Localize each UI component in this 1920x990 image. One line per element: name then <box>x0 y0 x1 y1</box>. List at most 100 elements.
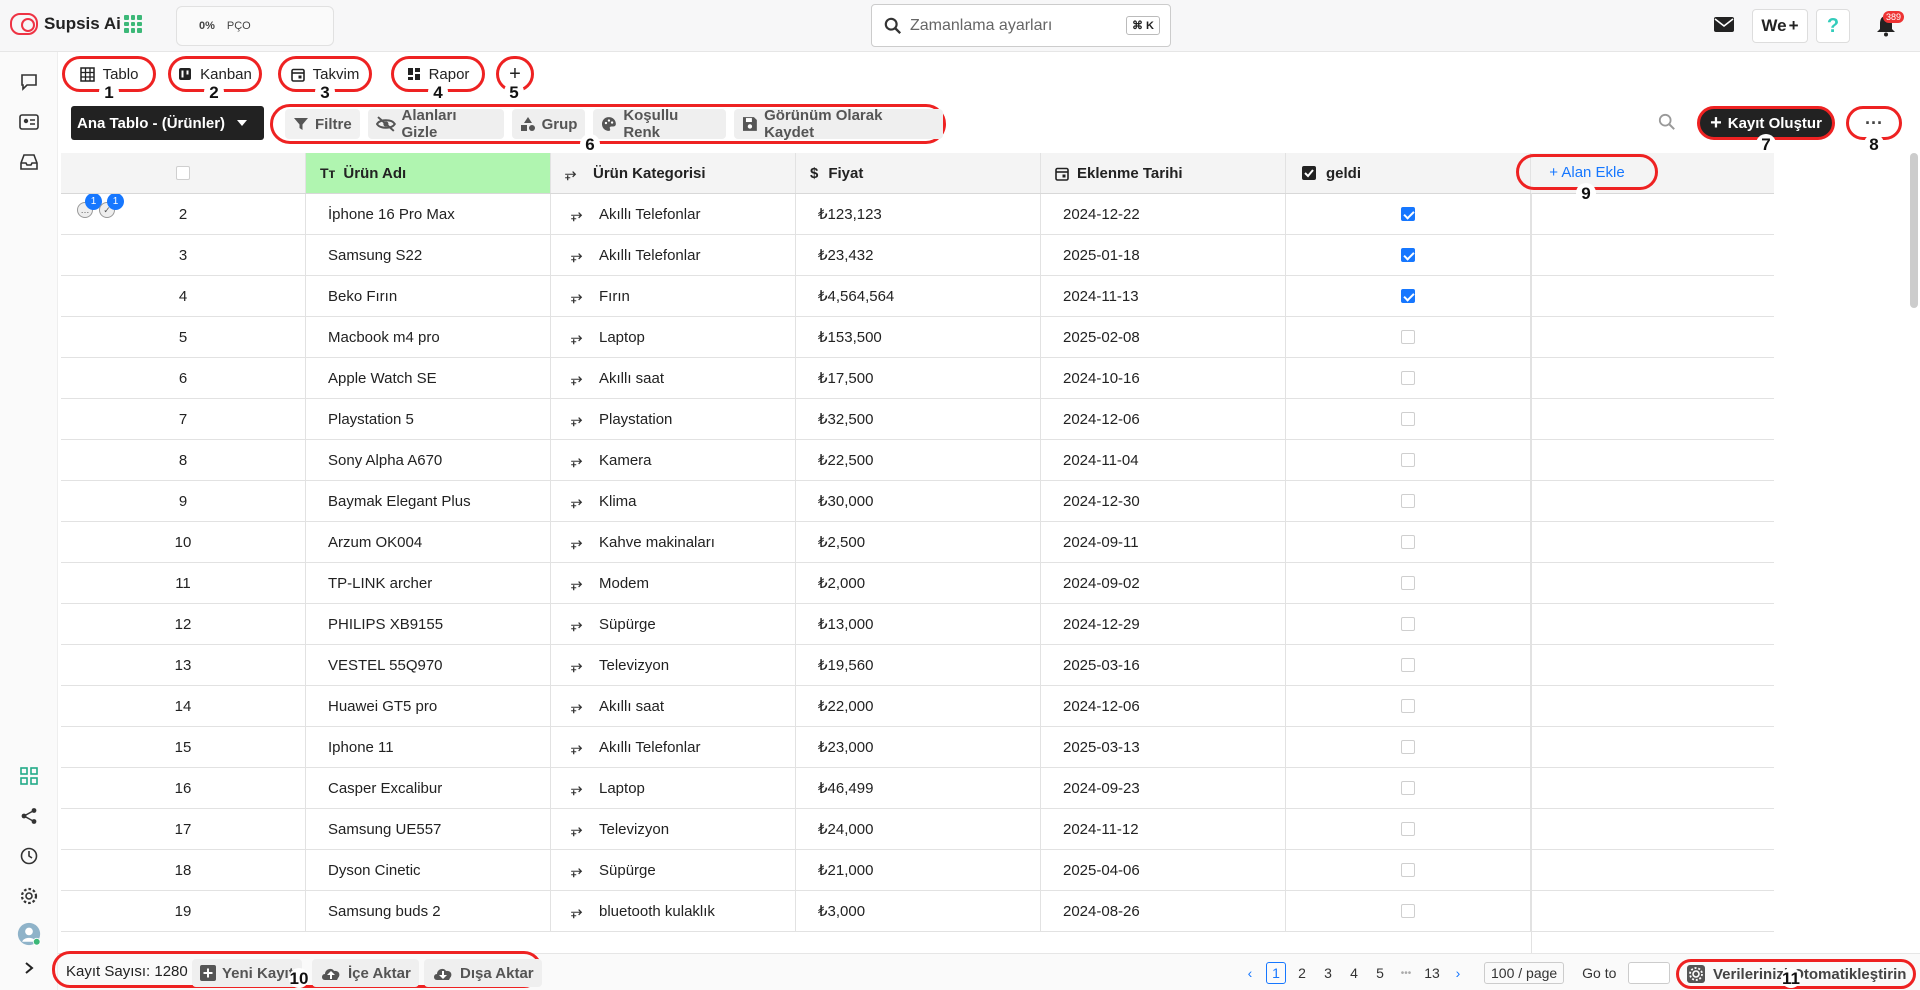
product-name-cell[interactable]: Playstation 5 <box>306 399 551 439</box>
row-id-cell[interactable]: … 1 ✓ 1 2 <box>61 194 306 234</box>
product-name-cell[interactable]: Samsung UE557 <box>306 809 551 849</box>
product-category-cell[interactable]: ⥅ Süpürge <box>551 850 796 890</box>
task-count-icon[interactable]: ✓ 1 <box>99 194 124 218</box>
contacts-icon[interactable] <box>17 110 41 134</box>
row-id-cell[interactable]: 14 <box>61 686 306 726</box>
geldi-checkbox[interactable] <box>1401 494 1415 508</box>
date-cell[interactable]: 2024-09-11 <box>1041 522 1286 562</box>
date-cell[interactable]: 2025-02-08 <box>1041 317 1286 357</box>
share-icon[interactable] <box>17 804 41 828</box>
row-id-cell[interactable]: 13 <box>61 645 306 685</box>
product-name-cell[interactable]: Dyson Cinetic <box>306 850 551 890</box>
table-row[interactable]: 12 PHILIPS XB9155 ⥅ Süpürge ₺13,000 2024-12-2… <box>61 604 1774 645</box>
geldi-checkbox[interactable] <box>1401 371 1415 385</box>
geldi-cell[interactable] <box>1286 235 1531 275</box>
geldi-cell[interactable] <box>1286 276 1531 316</box>
page-5[interactable]: 5 <box>1370 962 1390 984</box>
price-cell[interactable]: ₺2,000 <box>796 563 1041 603</box>
price-cell[interactable]: ₺24,000 <box>796 809 1041 849</box>
product-name-cell[interactable]: VESTEL 55Q970 <box>306 645 551 685</box>
geldi-checkbox[interactable] <box>1401 740 1415 754</box>
price-cell[interactable]: ₺19,560 <box>796 645 1041 685</box>
geldi-cell[interactable] <box>1286 399 1531 439</box>
date-cell[interactable]: 2025-03-13 <box>1041 727 1286 767</box>
geldi-checkbox[interactable] <box>1401 658 1415 672</box>
row-id-cell[interactable]: 10 <box>61 522 306 562</box>
date-cell[interactable]: 2025-04-06 <box>1041 850 1286 890</box>
geldi-checkbox[interactable] <box>1401 248 1415 262</box>
date-cell[interactable]: 2025-03-16 <box>1041 645 1286 685</box>
geldi-cell[interactable] <box>1286 358 1531 398</box>
product-name-cell[interactable]: Macbook m4 pro <box>306 317 551 357</box>
product-name-cell[interactable]: Huawei GT5 pro <box>306 686 551 726</box>
price-cell[interactable]: ₺21,000 <box>796 850 1041 890</box>
date-cell[interactable]: 2024-11-13 <box>1041 276 1286 316</box>
geldi-checkbox[interactable] <box>1401 207 1415 221</box>
table-row[interactable]: 5 Macbook m4 pro ⥅ Laptop ₺153,500 2025-02-08 <box>61 317 1774 358</box>
date-cell[interactable]: 2024-12-30 <box>1041 481 1286 521</box>
help-button[interactable]: ? <box>1816 9 1850 43</box>
global-search[interactable]: Zamanlama ayarları ⌘ K <box>871 4 1171 47</box>
product-name-cell[interactable]: Samsung S22 <box>306 235 551 275</box>
table-row[interactable]: 17 Samsung UE557 ⥅ Televizyon ₺24,000 2024-11… <box>61 809 1774 850</box>
price-cell[interactable]: ₺123,123 <box>796 194 1041 234</box>
row-id-cell[interactable]: 8 <box>61 440 306 480</box>
table-row[interactable]: 19 Samsung buds 2 ⥅ bluetooth kulaklık ₺3,00… <box>61 891 1774 932</box>
geldi-cell[interactable] <box>1286 604 1531 644</box>
dashboard-icon[interactable] <box>17 764 41 788</box>
geldi-cell[interactable] <box>1286 891 1531 931</box>
product-name-cell[interactable]: Beko Fırın <box>306 276 551 316</box>
product-category-cell[interactable]: ⥅ Playstation <box>551 399 796 439</box>
row-id-cell[interactable]: 4 <box>61 276 306 316</box>
prev-page-icon[interactable]: ‹ <box>1240 962 1260 984</box>
vertical-scrollbar[interactable] <box>1910 153 1918 308</box>
user-avatar[interactable] <box>17 922 41 946</box>
product-category-cell[interactable]: ⥅ Kahve makinaları <box>551 522 796 562</box>
price-cell[interactable]: ₺3,000 <box>796 891 1041 931</box>
geldi-cell[interactable] <box>1286 809 1531 849</box>
row-id-cell[interactable]: 9 <box>61 481 306 521</box>
product-category-cell[interactable]: ⥅ Televizyon <box>551 645 796 685</box>
product-name-cell[interactable]: PHILIPS XB9155 <box>306 604 551 644</box>
settings-gear-icon[interactable] <box>17 884 41 908</box>
history-icon[interactable] <box>17 844 41 868</box>
geldi-cell[interactable] <box>1286 194 1531 234</box>
geldi-checkbox[interactable] <box>1401 904 1415 918</box>
header-fiyat[interactable]: $ Fiyat <box>796 153 1041 193</box>
table-row[interactable]: 10 Arzum OK004 ⥅ Kahve makinaları ₺2,500 2024… <box>61 522 1774 563</box>
page-last[interactable]: 13 <box>1422 962 1442 984</box>
comment-count-icon[interactable]: … 1 <box>77 194 102 218</box>
geldi-cell[interactable] <box>1286 686 1531 726</box>
product-category-cell[interactable]: ⥅ Fırın <box>551 276 796 316</box>
page-4[interactable]: 4 <box>1344 962 1364 984</box>
table-row[interactable]: 14 Huawei GT5 pro ⥅ Akıllı saat ₺22,000 2024-… <box>61 686 1774 727</box>
mail-icon[interactable] <box>1712 12 1736 36</box>
row-id-cell[interactable]: 5 <box>61 317 306 357</box>
new-record-button[interactable]: Yeni Kayıt <box>192 959 302 987</box>
chat-icon[interactable] <box>17 70 41 94</box>
notifications-button[interactable]: 389 <box>1866 9 1906 43</box>
date-cell[interactable]: 2024-11-04 <box>1041 440 1286 480</box>
product-category-cell[interactable]: ⥅ Televizyon <box>551 809 796 849</box>
price-cell[interactable]: ₺4,564,564 <box>796 276 1041 316</box>
header-urun-kategorisi[interactable]: ⥅ Ürün Kategorisi <box>551 153 796 193</box>
page-3[interactable]: 3 <box>1318 962 1338 984</box>
geldi-cell[interactable] <box>1286 317 1531 357</box>
product-name-cell[interactable]: Sony Alpha A670 <box>306 440 551 480</box>
page-1[interactable]: 1 <box>1266 962 1286 984</box>
table-row[interactable]: 11 TP-LINK archer ⥅ Modem ₺2,000 2024-09-02 <box>61 563 1774 604</box>
row-id-cell[interactable]: 17 <box>61 809 306 849</box>
table-row[interactable]: … 1 ✓ 1 2 İphone 16 Pro Max ⥅ Akıllı Telefonlar… <box>61 194 1774 235</box>
product-name-cell[interactable]: İphone 16 Pro Max <box>306 194 551 234</box>
table-row[interactable]: 4 Beko Fırın ⥅ Fırın ₺4,564,564 2024-11-13 <box>61 276 1774 317</box>
row-id-cell[interactable]: 6 <box>61 358 306 398</box>
next-page-icon[interactable]: › <box>1448 962 1468 984</box>
table-row[interactable]: 16 Casper Excalibur ⥅ Laptop ₺46,499 2024-09-… <box>61 768 1774 809</box>
import-button[interactable]: İçe Aktar <box>312 959 419 987</box>
table-row[interactable]: 13 VESTEL 55Q970 ⥅ Televizyon ₺19,560 2025-03… <box>61 645 1774 686</box>
geldi-cell[interactable] <box>1286 440 1531 480</box>
date-cell[interactable]: 2024-12-29 <box>1041 604 1286 644</box>
row-id-cell[interactable]: 16 <box>61 768 306 808</box>
geldi-cell[interactable] <box>1286 850 1531 890</box>
row-id-cell[interactable]: 11 <box>61 563 306 603</box>
